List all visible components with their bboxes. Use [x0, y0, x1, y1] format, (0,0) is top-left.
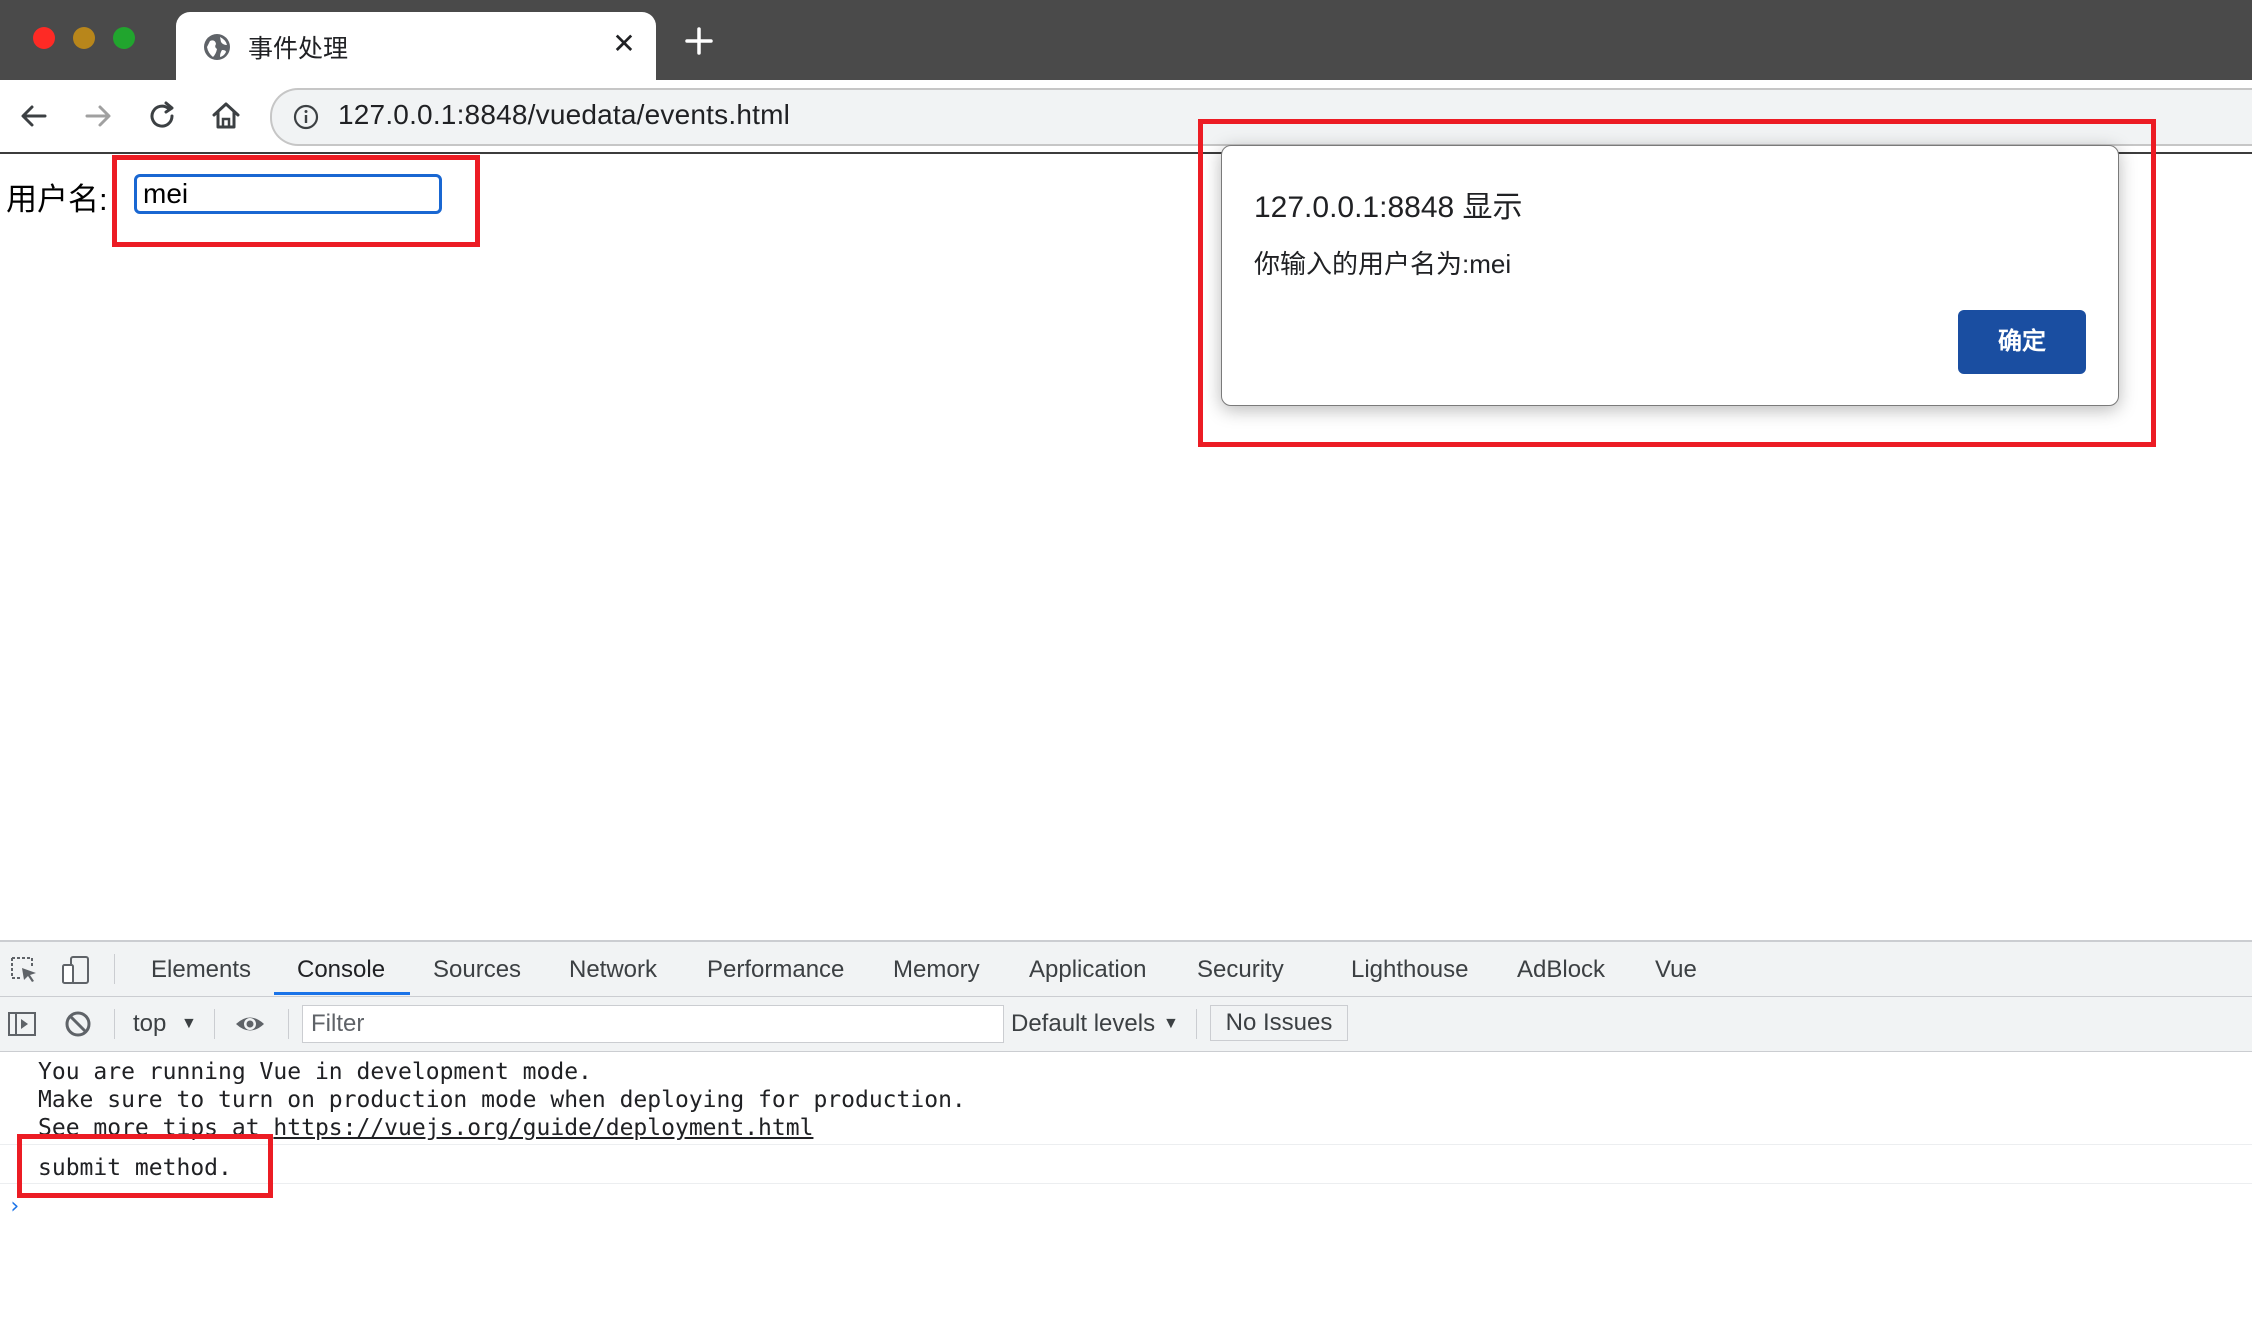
context-selector[interactable]: top — [133, 1010, 166, 1038]
tab-title: 事件处理 — [248, 35, 349, 63]
docs-link[interactable]: https://vuejs.org/guide/deployment.html — [273, 1115, 813, 1141]
tab-vue[interactable]: Vue — [1655, 956, 1697, 984]
console-toolbar: top ▼ Filter Default levels ▼ No Issues — [0, 997, 2252, 1052]
info-icon[interactable] — [292, 103, 320, 131]
console-line: Make sure to turn on production mode whe… — [38, 1087, 966, 1113]
browser-tab[interactable]: 事件处理 ✕ — [176, 12, 656, 80]
tab-console[interactable]: Console — [297, 956, 385, 984]
back-arrow-icon[interactable] — [14, 96, 54, 136]
browser-tab-strip: 事件处理 ✕ — [0, 0, 2252, 80]
eye-icon[interactable] — [234, 1008, 266, 1040]
devtools-panel: Elements Console Sources Network Perform… — [0, 940, 2252, 1334]
close-window-button[interactable] — [33, 27, 55, 49]
tab-elements[interactable]: Elements — [151, 956, 251, 984]
toolbar-divider — [114, 954, 115, 984]
tab-performance[interactable]: Performance — [707, 956, 844, 984]
active-tab-indicator — [274, 992, 410, 995]
new-tab-icon[interactable] — [682, 24, 716, 58]
globe-icon — [204, 34, 230, 60]
highlight-box-input — [112, 155, 480, 247]
filter-input[interactable]: Filter — [302, 1005, 1004, 1043]
tab-application[interactable]: Application — [1029, 956, 1146, 984]
toolbar-divider — [214, 1009, 215, 1039]
toolbar-divider — [288, 1009, 289, 1039]
show-sidebar-icon[interactable] — [6, 1008, 38, 1040]
zoom-window-button[interactable] — [113, 27, 135, 49]
forward-arrow-icon[interactable] — [78, 96, 118, 136]
toolbar-divider — [114, 1009, 115, 1039]
console-line: You are running Vue in development mode. — [38, 1059, 592, 1085]
tab-sources[interactable]: Sources — [433, 956, 521, 984]
issues-button[interactable]: No Issues — [1210, 1005, 1348, 1041]
username-label: 用户名: — [6, 182, 108, 217]
tab-network[interactable]: Network — [569, 956, 657, 984]
tab-security[interactable]: Security — [1197, 956, 1284, 984]
log-levels-dropdown[interactable]: Default levels — [1011, 1010, 1155, 1038]
console-output: You are running Vue in development mode.… — [0, 1052, 2252, 1332]
chevron-down-icon: ▼ — [1163, 1015, 1179, 1032]
tab-memory[interactable]: Memory — [893, 956, 980, 984]
device-toolbar-icon[interactable] — [60, 954, 92, 986]
clear-console-icon[interactable] — [62, 1008, 94, 1040]
toolbar-divider — [1196, 1009, 1197, 1039]
home-icon[interactable] — [206, 96, 246, 136]
highlight-box-console — [17, 1134, 273, 1198]
reload-icon[interactable] — [142, 96, 182, 136]
devtools-tab-bar: Elements Console Sources Network Perform… — [0, 942, 2252, 997]
minimize-window-button[interactable] — [73, 27, 95, 49]
highlight-box-dialog — [1198, 119, 2156, 447]
url-text: 127.0.0.1:8848/vuedata/events.html — [338, 99, 791, 130]
tab-adblock[interactable]: AdBlock — [1517, 956, 1605, 984]
message-divider — [0, 1144, 2252, 1145]
message-divider — [0, 1183, 2252, 1184]
close-tab-icon[interactable]: ✕ — [608, 28, 640, 60]
inspect-element-icon[interactable] — [8, 954, 40, 986]
chevron-down-icon: ▼ — [181, 1015, 197, 1032]
tab-lighthouse[interactable]: Lighthouse — [1351, 956, 1468, 984]
